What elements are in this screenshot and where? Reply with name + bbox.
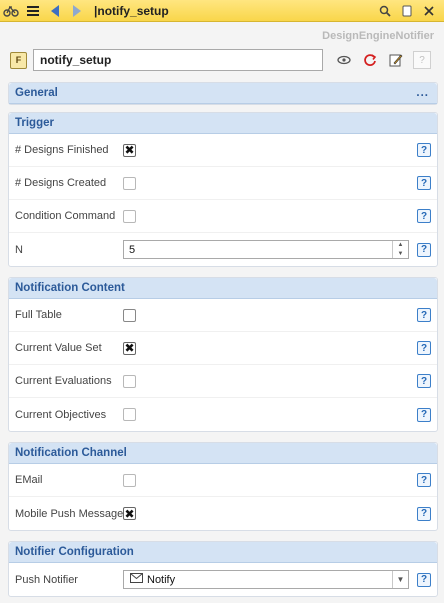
row-current-objectives: Current Objectives ? <box>9 398 437 431</box>
field-label: # Designs Created <box>15 177 107 189</box>
help-icon[interactable]: ? <box>417 242 431 257</box>
section-header-content[interactable]: Notification Content <box>9 278 437 299</box>
designs-finished-checkbox[interactable]: ✖ <box>123 143 136 157</box>
help-icon[interactable]: ? <box>417 341 431 355</box>
n-value[interactable]: 5 <box>124 244 392 256</box>
condition-command-checkbox[interactable] <box>123 209 136 223</box>
full-table-checkbox[interactable] <box>123 308 136 322</box>
section-title: Notifier Configuration <box>15 546 134 558</box>
section-title: General <box>15 87 58 99</box>
copy-icon[interactable] <box>398 2 416 20</box>
chevron-down-icon[interactable]: ▼ <box>392 571 408 588</box>
search-icon[interactable] <box>376 2 394 20</box>
name-row: F notify_setup ? <box>10 48 436 72</box>
push-notifier-value: Notify <box>147 573 176 586</box>
field-label: EMail <box>15 474 43 486</box>
field-label: Current Objectives <box>15 408 107 421</box>
title-bar: |notify_setup <box>0 0 444 22</box>
section-notification-content: Notification Content Full Table ? Curren… <box>8 277 438 432</box>
bike-icon[interactable] <box>0 0 22 22</box>
help-icon[interactable]: ? <box>417 407 431 422</box>
class-name-label: DesignEngineNotifier <box>322 30 434 42</box>
section-notifier-configuration: Notifier Configuration Push Notifier Not… <box>8 541 438 597</box>
eye-icon[interactable] <box>335 51 353 69</box>
row-n: N 5 ▲ ▼ ? <box>9 233 437 266</box>
row-condition-command: Condition Command ? <box>9 200 437 233</box>
help-icon[interactable]: ? <box>417 143 431 157</box>
help-icon[interactable]: ? <box>417 473 431 487</box>
edit-icon[interactable] <box>387 51 405 69</box>
help-icon[interactable]: ? <box>417 506 431 521</box>
spin-up-icon[interactable]: ▲ <box>393 241 408 250</box>
window-title: |notify_setup <box>94 3 169 18</box>
section-header-trigger[interactable]: Trigger <box>9 113 437 134</box>
help-icon[interactable]: ? <box>417 572 431 587</box>
forward-arrow-icon[interactable] <box>66 0 88 22</box>
push-notifier-select[interactable]: Notify ▼ <box>123 570 409 589</box>
field-label: N <box>15 243 23 256</box>
row-current-value-set: Current Value Set ✖ ? <box>9 332 437 365</box>
field-label: Condition Command <box>15 210 116 222</box>
help-icon[interactable]: ? <box>417 374 431 388</box>
window-title-text: notify_setup <box>97 3 169 18</box>
function-badge-icon: F <box>10 51 27 69</box>
section-title: Trigger <box>15 117 54 129</box>
section-header-channel[interactable]: Notification Channel <box>9 443 437 464</box>
section-header-general[interactable]: General ... <box>9 83 437 104</box>
row-current-evaluations: Current Evaluations ? <box>9 365 437 398</box>
close-icon[interactable] <box>420 2 438 20</box>
help-icon-disabled: ? <box>413 51 431 69</box>
section-title: Notification Content <box>15 282 125 294</box>
help-icon[interactable]: ? <box>417 308 431 322</box>
field-label: Push Notifier <box>15 573 78 586</box>
spinner-arrows[interactable]: ▲ ▼ <box>392 241 408 258</box>
section-trigger: Trigger # Designs Finished ✖ ? # Designs… <box>8 112 438 267</box>
section-notification-channel: Notification Channel EMail ? Mobile Push… <box>8 442 438 531</box>
field-label: # Designs Finished <box>15 144 109 156</box>
row-email: EMail ? <box>9 464 437 497</box>
row-designs-finished: # Designs Finished ✖ ? <box>9 134 437 167</box>
field-label: Current Evaluations <box>15 375 112 387</box>
mobile-push-checkbox[interactable]: ✖ <box>123 507 136 521</box>
current-objectives-checkbox[interactable] <box>123 408 136 421</box>
back-arrow-icon[interactable] <box>44 0 66 22</box>
section-header-config[interactable]: Notifier Configuration <box>9 542 437 563</box>
row-mobile-push: Mobile Push Message ✖ ? <box>9 497 437 530</box>
field-label: Full Table <box>15 309 62 321</box>
field-label: Current Value Set <box>15 342 102 354</box>
n-spinner[interactable]: 5 ▲ ▼ <box>123 240 409 259</box>
menu-icon[interactable] <box>22 0 44 22</box>
row-push-notifier: Push Notifier Notify ▼ ? <box>9 563 437 596</box>
field-label: Mobile Push Message <box>15 507 124 520</box>
designs-created-checkbox[interactable] <box>123 176 136 190</box>
help-icon[interactable]: ? <box>417 176 431 190</box>
node-name-input[interactable]: notify_setup <box>33 49 323 71</box>
row-full-table: Full Table ? <box>9 299 437 332</box>
section-general: General ... <box>8 82 438 105</box>
help-icon[interactable]: ? <box>417 209 431 223</box>
email-checkbox[interactable] <box>123 473 136 487</box>
refresh-icon[interactable] <box>361 51 379 69</box>
current-evaluations-checkbox[interactable] <box>123 374 136 388</box>
current-value-set-checkbox[interactable]: ✖ <box>123 341 136 355</box>
spin-down-icon[interactable]: ▼ <box>393 250 408 259</box>
more-button[interactable]: ... <box>416 87 429 99</box>
envelope-icon <box>130 573 143 586</box>
row-designs-created: # Designs Created ? <box>9 167 437 200</box>
section-title: Notification Channel <box>15 447 127 459</box>
